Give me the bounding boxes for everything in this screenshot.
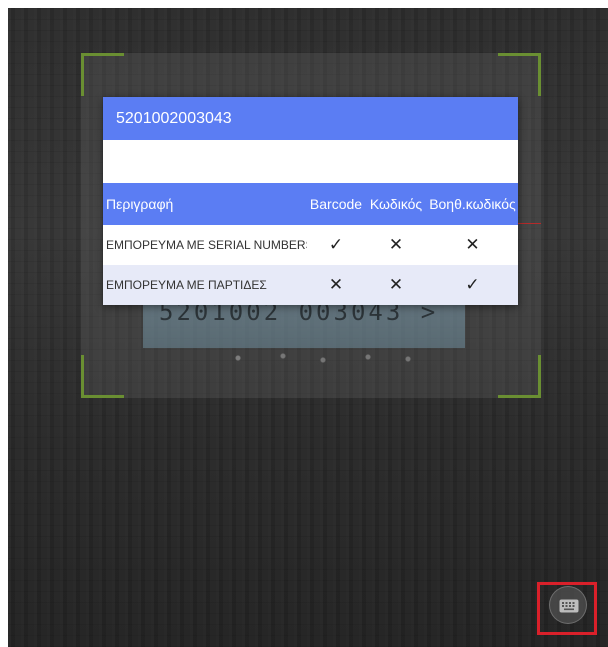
check-icon: ✓ <box>465 275 480 294</box>
barcode-label-text: 5201002 003043 > <box>159 304 439 326</box>
column-header-barcode: Barcode <box>309 196 363 212</box>
dialog-input-area[interactable] <box>103 140 518 183</box>
results-table-header: Περιγραφή Barcode Κωδικός Βοηθ.κωδικός <box>103 183 518 225</box>
barcode-match-dialog: 5201002003043 Περιγραφή Barcode Κωδικός … <box>103 97 518 305</box>
column-header-description: Περιγραφή <box>106 196 174 212</box>
row-description: ΕΜΠΟΡΕΥΜΑ ΜΕ SERIAL NUMBERS <box>106 238 307 252</box>
camera-scanner-view: 5201002 003043 > 5201002003043 Περιγραφή… <box>8 8 608 647</box>
viewfinder-corner-bottom-left <box>81 355 124 398</box>
cross-icon: ✕ <box>388 275 404 294</box>
column-header-aux-code: Βοηθ.κωδικός <box>429 196 516 212</box>
column-header-code: Κωδικός <box>369 196 423 212</box>
viewfinder-corner-top-left <box>81 53 124 96</box>
viewfinder-corner-bottom-right <box>498 355 541 398</box>
table-row[interactable]: ΕΜΠΟΡΕΥΜΑ ΜΕ ΠΑΡΤΙΔΕΣ ✕ ✕ ✓ <box>103 265 518 305</box>
cross-icon: ✕ <box>388 235 404 254</box>
cross-icon: ✕ <box>465 235 480 254</box>
check-icon: ✓ <box>328 235 344 254</box>
viewfinder-corner-top-right <box>498 53 541 96</box>
cross-icon: ✕ <box>328 275 344 294</box>
table-row[interactable]: ΕΜΠΟΡΕΥΜΑ ΜΕ SERIAL NUMBERS ✓ ✕ ✕ <box>103 225 518 265</box>
keyboard-icon <box>559 599 579 613</box>
keyboard-toggle-button[interactable] <box>549 586 587 624</box>
barcode-label-camera-feed: 5201002 003043 > <box>143 304 465 348</box>
dialog-title: 5201002003043 <box>103 97 518 140</box>
camera-feed-dots <box>228 348 428 368</box>
row-description: ΕΜΠΟΡΕΥΜΑ ΜΕ ΠΑΡΤΙΔΕΣ <box>106 278 267 292</box>
